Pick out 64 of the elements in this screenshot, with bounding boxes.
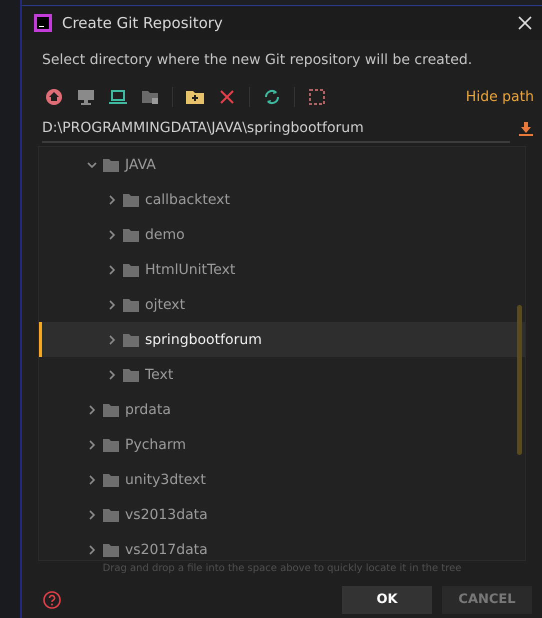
folder-icon — [123, 192, 139, 206]
desktop-icon[interactable] — [76, 87, 96, 107]
folder-name: JAVA — [125, 156, 156, 172]
chevron-icon[interactable] — [107, 370, 117, 380]
chevron-icon[interactable] — [87, 160, 97, 170]
folder-icon — [123, 228, 139, 242]
app-logo-icon — [32, 12, 54, 34]
description-text: Select directory where the new Git repository will be created. — [42, 52, 472, 68]
folder-name: springbootforum — [145, 332, 262, 348]
folder-name: ojtext — [145, 296, 186, 312]
folder-name: demo — [145, 226, 185, 242]
close-icon[interactable] — [518, 16, 532, 30]
home-icon[interactable] — [44, 87, 64, 107]
tree-item[interactable]: HtmlUnitText — [39, 252, 525, 287]
hide-path-link[interactable]: Hide path — [466, 89, 534, 105]
folder-name: HtmlUnitText — [145, 262, 236, 278]
chevron-icon[interactable] — [107, 264, 117, 274]
folder-name: unity3dtext — [125, 472, 206, 488]
chevron-icon[interactable] — [87, 544, 97, 554]
folder-name: prdata — [125, 402, 171, 418]
folder-icon — [103, 542, 119, 556]
folder-icon — [123, 298, 139, 312]
folder-icon — [123, 368, 139, 382]
chevron-icon[interactable] — [107, 230, 117, 240]
tree-item[interactable]: ojtext — [39, 287, 525, 322]
cancel-button[interactable]: CANCEL — [442, 586, 532, 614]
folder-icon — [123, 332, 139, 346]
tree-item[interactable]: Text — [39, 357, 525, 392]
tree-item[interactable]: prdata — [39, 392, 525, 427]
chevron-icon[interactable] — [87, 404, 97, 414]
folder-name: callbacktext — [145, 192, 230, 208]
folder-icon — [103, 402, 119, 416]
tree-item[interactable]: springbootforum — [39, 322, 525, 357]
selection-icon[interactable] — [307, 87, 327, 107]
folder-name: vs2017data — [125, 542, 208, 558]
folder-icon — [103, 438, 119, 452]
window-title: Create Git Repository — [62, 14, 224, 32]
folder-name: Pycharm — [125, 436, 186, 452]
chevron-icon[interactable] — [107, 300, 117, 310]
tree-item[interactable]: unity3dtext — [39, 462, 525, 497]
tree-item[interactable]: Pycharm — [39, 427, 525, 462]
laptop-icon[interactable] — [108, 87, 128, 107]
ok-button[interactable]: OK — [342, 586, 432, 614]
tree-item[interactable]: vs2017data — [39, 532, 525, 560]
refresh-icon[interactable] — [262, 87, 282, 107]
scrollbar[interactable] — [517, 305, 522, 455]
tree-item[interactable]: callbacktext — [39, 182, 525, 217]
help-icon[interactable] — [42, 590, 62, 610]
chevron-icon[interactable] — [107, 194, 117, 204]
path-field[interactable]: D:\PROGRAMMINGDATA\JAVA\springbootforum — [42, 115, 510, 143]
folder-icon — [103, 472, 119, 486]
tree-item[interactable]: demo — [39, 217, 525, 252]
chevron-icon[interactable] — [87, 474, 97, 484]
folder-name: vs2013data — [125, 506, 208, 522]
folder-icon — [103, 508, 119, 522]
chevron-icon[interactable] — [107, 334, 117, 344]
chevron-icon[interactable] — [87, 510, 97, 520]
folder-icon — [123, 262, 139, 276]
download-icon[interactable] — [518, 121, 534, 137]
tree-item[interactable]: JAVA — [39, 147, 525, 182]
tree-item[interactable]: vs2013data — [39, 497, 525, 532]
folder-icon — [103, 158, 119, 172]
folder-name: Text — [145, 366, 174, 382]
chevron-icon[interactable] — [87, 440, 97, 450]
